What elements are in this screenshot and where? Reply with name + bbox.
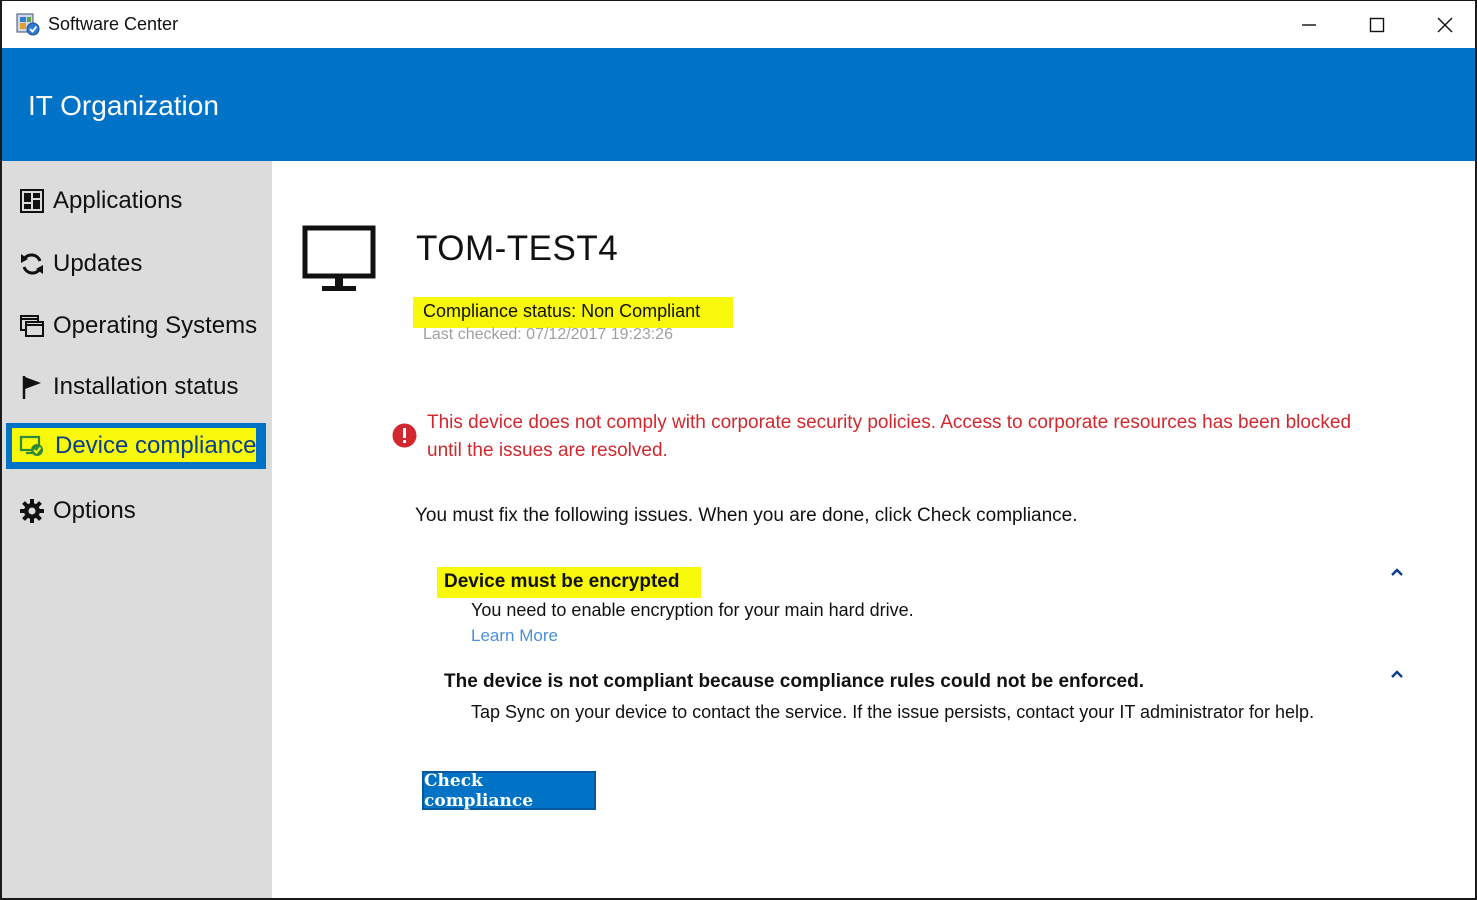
issue-description: You need to enable encryption for your m…: [471, 600, 914, 620]
issue-title: Device must be encrypted: [444, 571, 680, 592]
maximize-button[interactable]: [1343, 1, 1411, 48]
sidebar-item-device-compliance[interactable]: Device compliance: [6, 423, 266, 469]
instructions-text: You must fix the following issues. When …: [415, 505, 1078, 526]
sidebar-item-label: Installation status: [53, 373, 239, 400]
maximize-icon: [1369, 17, 1385, 32]
sidebar: Applications Updates Operating Systems I…: [2, 161, 272, 898]
check-compliance-button[interactable]: Check compliance: [422, 771, 596, 811]
software-center-window: Software Center IT Organization Applicat…: [0, 0, 1477, 900]
monitor-icon: [302, 225, 376, 291]
collapse-chevron-icon[interactable]: [1389, 567, 1405, 577]
issue-title: The device is not compliant because comp…: [444, 671, 1145, 692]
sidebar-item-applications[interactable]: Applications: [6, 178, 266, 224]
collapse-chevron-icon[interactable]: [1389, 669, 1405, 679]
sidebar-item-installation-status[interactable]: Installation status: [6, 364, 266, 410]
sidebar-item-label: Device compliance: [55, 432, 257, 459]
sidebar-item-operating-systems[interactable]: Operating Systems: [6, 303, 266, 349]
org-name: IT Organization: [28, 90, 219, 121]
device-compliance-icon: [17, 431, 47, 461]
window-title: Software Center: [48, 14, 179, 34]
applications-grid-icon: [17, 186, 47, 216]
last-checked-timestamp: Last checked: 07/12/2017 19:23:26: [423, 326, 673, 343]
close-icon: [1437, 17, 1453, 32]
error-icon: [392, 423, 417, 448]
minimize-icon: [1302, 23, 1316, 26]
windows-stack-icon: [17, 311, 47, 341]
sidebar-item-options[interactable]: Options: [6, 488, 266, 534]
sidebar-item-label: Applications: [53, 187, 183, 214]
sidebar-item-label: Options: [53, 497, 136, 524]
org-header: IT Organization: [2, 48, 1475, 161]
close-button[interactable]: [1411, 1, 1475, 48]
gear-icon: [17, 496, 47, 526]
sidebar-item-label: Operating Systems: [53, 312, 258, 339]
title-bar: Software Center: [2, 1, 1475, 48]
main-content: TOM-TEST4 Compliance status: Non Complia…: [272, 161, 1475, 898]
sidebar-item-label: Updates: [53, 250, 143, 277]
flag-icon: [17, 372, 47, 402]
refresh-icon: [17, 249, 47, 279]
sidebar-item-updates[interactable]: Updates: [6, 241, 266, 287]
issue-description: Tap Sync on your device to contact the s…: [471, 702, 1315, 722]
learn-more-link[interactable]: Learn More: [471, 626, 558, 646]
compliance-status: Compliance status: Non Compliant: [423, 301, 701, 321]
non-compliance-alert: This device does not comply with corpora…: [427, 412, 1352, 461]
software-center-icon: [16, 13, 40, 36]
device-name: TOM-TEST4: [416, 229, 619, 268]
minimize-button[interactable]: [1275, 1, 1343, 48]
